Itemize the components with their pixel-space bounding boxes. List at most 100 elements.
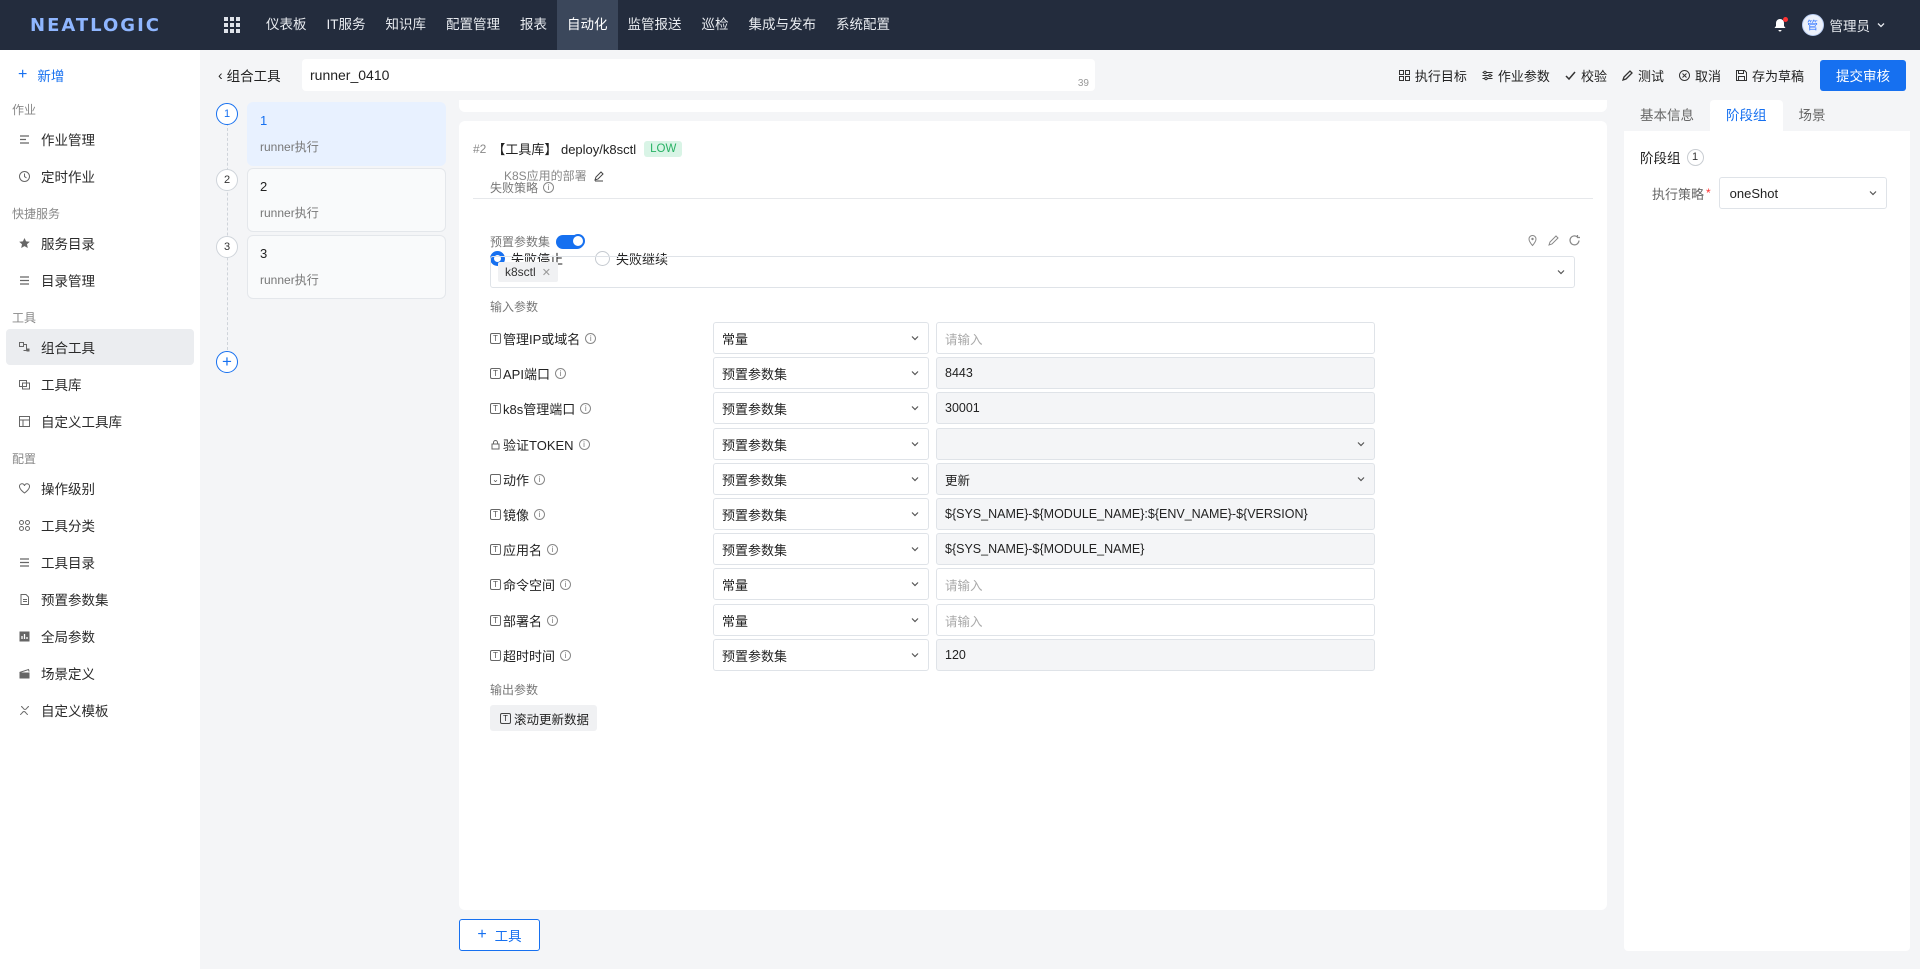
- sidebar-item[interactable]: 工具库: [6, 366, 194, 402]
- sidebar-item[interactable]: 目录管理: [6, 262, 194, 298]
- text-icon: T: [490, 508, 501, 520]
- refresh-icon[interactable]: [1568, 234, 1581, 247]
- nav-item[interactable]: 知识库: [376, 0, 437, 50]
- back-button[interactable]: ‹ 组合工具: [218, 65, 281, 85]
- edit-icon[interactable]: [593, 170, 605, 182]
- param-value-readonly[interactable]: 120: [936, 639, 1375, 671]
- star-icon: [17, 236, 31, 250]
- param-type-select[interactable]: 预置参数集: [713, 463, 929, 495]
- sidebar-item[interactable]: 操作级别: [6, 470, 194, 506]
- sidebar-item[interactable]: 自定义工具库: [6, 403, 194, 439]
- nav-item[interactable]: IT服务: [317, 0, 376, 50]
- sidebar-item-label: 定时作业: [41, 170, 95, 185]
- param-type-select[interactable]: 预置参数集: [713, 428, 929, 460]
- param-value-readonly[interactable]: 30001: [936, 392, 1375, 424]
- step-subtitle: runner执行: [260, 206, 319, 220]
- edit-icon[interactable]: [1547, 234, 1560, 247]
- bell-icon[interactable]: [1772, 17, 1788, 33]
- nav-item[interactable]: 巡检: [692, 0, 739, 50]
- param-label: Tk8s管理端口 i: [490, 392, 592, 424]
- info-icon: i: [560, 578, 572, 590]
- param-value-select[interactable]: 更新: [936, 463, 1375, 495]
- right-panel-tab[interactable]: 基本信息: [1624, 100, 1710, 131]
- nav-item[interactable]: 自动化: [557, 0, 618, 50]
- step-subtitle: runner执行: [260, 273, 319, 287]
- param-label: T 管理IP或域名 i: [490, 322, 597, 354]
- nav-item[interactable]: 监管报送: [618, 0, 692, 50]
- step-card[interactable]: 3 runner执行: [247, 235, 446, 299]
- param-type-select[interactable]: 预置参数集: [713, 357, 929, 389]
- param-type-select[interactable]: 预置参数集: [713, 392, 929, 424]
- app-logo[interactable]: NEATLOGIC: [0, 15, 172, 36]
- notification-dot: [1782, 17, 1788, 22]
- right-panel-tab[interactable]: 阶段组: [1710, 100, 1783, 131]
- info-icon: i: [560, 649, 572, 661]
- nav-item[interactable]: 仪表板: [256, 0, 317, 50]
- sidebar-item-label: 组合工具: [41, 341, 95, 356]
- sidebar-item[interactable]: 服务目录: [6, 225, 194, 261]
- strategy-select[interactable]: oneShot: [1718, 177, 1887, 209]
- param-label: T 镜像 i: [490, 498, 546, 530]
- nav-item[interactable]: 配置管理: [436, 0, 510, 50]
- header-action-button[interactable]: 作业参数: [1481, 66, 1550, 85]
- header-action-button[interactable]: 存为草稿: [1735, 66, 1804, 85]
- sidebar-item-label: 作业管理: [41, 133, 95, 148]
- param-value-input[interactable]: 请输入: [936, 568, 1375, 600]
- preset-toggle[interactable]: [556, 233, 586, 249]
- header-action-button[interactable]: 校验: [1564, 66, 1607, 85]
- add-new-button[interactable]: + 新增: [0, 60, 200, 90]
- sidebar-item[interactable]: 组合工具: [6, 329, 194, 365]
- sidebar-item-label: 场景定义: [41, 667, 95, 682]
- add-step-button[interactable]: +: [216, 351, 238, 373]
- sidebar-item-label: 预置参数集: [41, 593, 109, 608]
- close-icon[interactable]: ✕: [542, 266, 551, 279]
- param-value-readonly[interactable]: ${SYS_NAME}-${MODULE_NAME}: [936, 533, 1375, 565]
- list-icon: [17, 273, 31, 287]
- param-row: T API端口 i 预置参数集 8443: [490, 357, 1575, 389]
- step-card[interactable]: 2 runner执行: [247, 168, 446, 232]
- nav-item[interactable]: 报表: [510, 0, 557, 50]
- param-value-readonly[interactable]: ${SYS_NAME}-${MODULE_NAME}:${ENV_NAME}-$…: [936, 498, 1375, 530]
- param-type-select[interactable]: 预置参数集: [713, 639, 929, 671]
- param-type-select[interactable]: 预置参数集: [713, 498, 929, 530]
- chevron-down-icon[interactable]: [1876, 20, 1886, 30]
- sidebar-item[interactable]: 定时作业: [6, 158, 194, 194]
- header-actions: 执行目标 作业参数 校验 测试 取消 存为草稿 提交审核: [1384, 59, 1906, 91]
- sidebar-item[interactable]: 场景定义: [6, 655, 194, 691]
- param-type-select[interactable]: 常量: [713, 568, 929, 600]
- nav-item[interactable]: 系统配置: [826, 0, 900, 50]
- param-type-select[interactable]: 常量: [713, 322, 929, 354]
- sidebar-item[interactable]: 预置参数集: [6, 581, 194, 617]
- add-tool-button[interactable]: + 工具: [459, 919, 540, 951]
- param-row: T 镜像 i 预置参数集 ${SYS_NAME}-${MODULE_NAME}:${EN…: [490, 498, 1575, 530]
- tool-name-input[interactable]: runner_0410 39: [302, 59, 1095, 91]
- submit-review-button[interactable]: 提交审核: [1820, 59, 1906, 91]
- sidebar-item[interactable]: 工具分类: [6, 507, 194, 543]
- app-grid-icon[interactable]: [216, 0, 248, 50]
- tool-name-value: runner_0410: [310, 67, 390, 83]
- user-name[interactable]: 管理员: [1830, 15, 1871, 35]
- header-action-button[interactable]: 执行目标: [1398, 66, 1467, 85]
- sidebar-item[interactable]: 自定义模板: [6, 692, 194, 728]
- chevron-down-icon: [1357, 477, 1365, 482]
- sidebar-item[interactable]: 全局参数: [6, 618, 194, 654]
- param-value-input[interactable]: 请输入: [936, 604, 1375, 636]
- param-type-select[interactable]: 常量: [713, 604, 929, 636]
- sidebar-item[interactable]: 工具目录: [6, 544, 194, 580]
- right-panel-tab[interactable]: 场景: [1783, 100, 1842, 131]
- param-value-input[interactable]: 请输入: [936, 322, 1375, 354]
- rolling-update-button[interactable]: T 滚动更新数据: [490, 705, 598, 731]
- sidebar-item[interactable]: 作业管理: [6, 121, 194, 157]
- lock-icon: [491, 439, 500, 449]
- header-action-label: 存为草稿: [1751, 68, 1804, 84]
- header-action-button[interactable]: 取消: [1678, 66, 1721, 85]
- preset-param-select[interactable]: k8sctl ✕: [490, 256, 1575, 288]
- param-value-readonly[interactable]: 8443: [936, 357, 1375, 389]
- header-action-button[interactable]: 测试: [1621, 66, 1664, 85]
- param-type-select[interactable]: 预置参数集: [713, 533, 929, 565]
- step-card[interactable]: 1 runner执行: [247, 102, 446, 166]
- location-icon[interactable]: [1526, 234, 1539, 247]
- nav-item[interactable]: 集成与发布: [739, 0, 827, 50]
- user-avatar[interactable]: 管: [1801, 14, 1824, 36]
- param-value-select[interactable]: [936, 428, 1375, 460]
